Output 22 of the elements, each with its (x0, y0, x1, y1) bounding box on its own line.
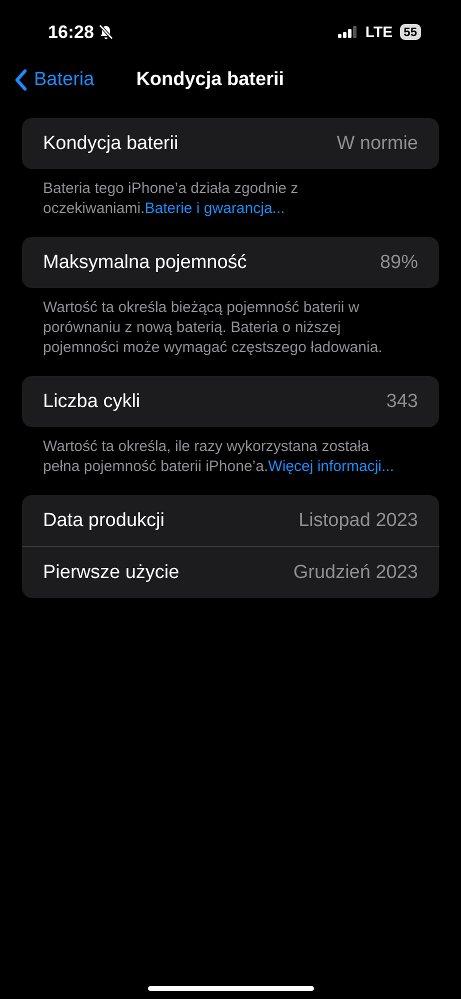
row-value: 343 (386, 390, 418, 412)
section-footer: Wartość ta określa, ile razy wykorzystana została pełna pojemność baterii iPhone’a.Więcej informacji... (43, 437, 398, 477)
info-link[interactable]: Baterie i gwarancja... (144, 200, 285, 217)
info-link[interactable]: Więcej informacji... (268, 458, 394, 475)
section-footer: Wartość ta określa bieżącą pojemność baterii w porównaniu z nową baterią. Bateria o niższej pojemności może wymagać częstszego ładowania. (43, 298, 398, 358)
network-label: LTE (365, 24, 393, 40)
row-label: Data produkcji (43, 510, 164, 532)
status-time: 16:28 (48, 22, 94, 42)
row-value: W normie (336, 132, 418, 154)
section-footer: Bateria tego iPhone’a działa zgodnie z oczekiwaniami.Baterie i gwarancja... (43, 179, 398, 219)
row-label: Kondycja baterii (43, 132, 178, 154)
row-value: 89% (380, 252, 418, 274)
back-button[interactable]: Bateria (14, 69, 94, 91)
row-value: Grudzień 2023 (293, 562, 418, 584)
row-label: Maksymalna pojemność (43, 252, 247, 274)
row-value: Listopad 2023 (298, 510, 418, 532)
page-title: Kondycja baterii (136, 69, 284, 91)
signal-icon (338, 26, 358, 38)
battery-level: 55 (400, 24, 421, 40)
chevron-left-icon (14, 69, 27, 91)
row-label: Liczba cykli (43, 390, 140, 412)
row-label: Pierwsze użycie (43, 562, 180, 584)
